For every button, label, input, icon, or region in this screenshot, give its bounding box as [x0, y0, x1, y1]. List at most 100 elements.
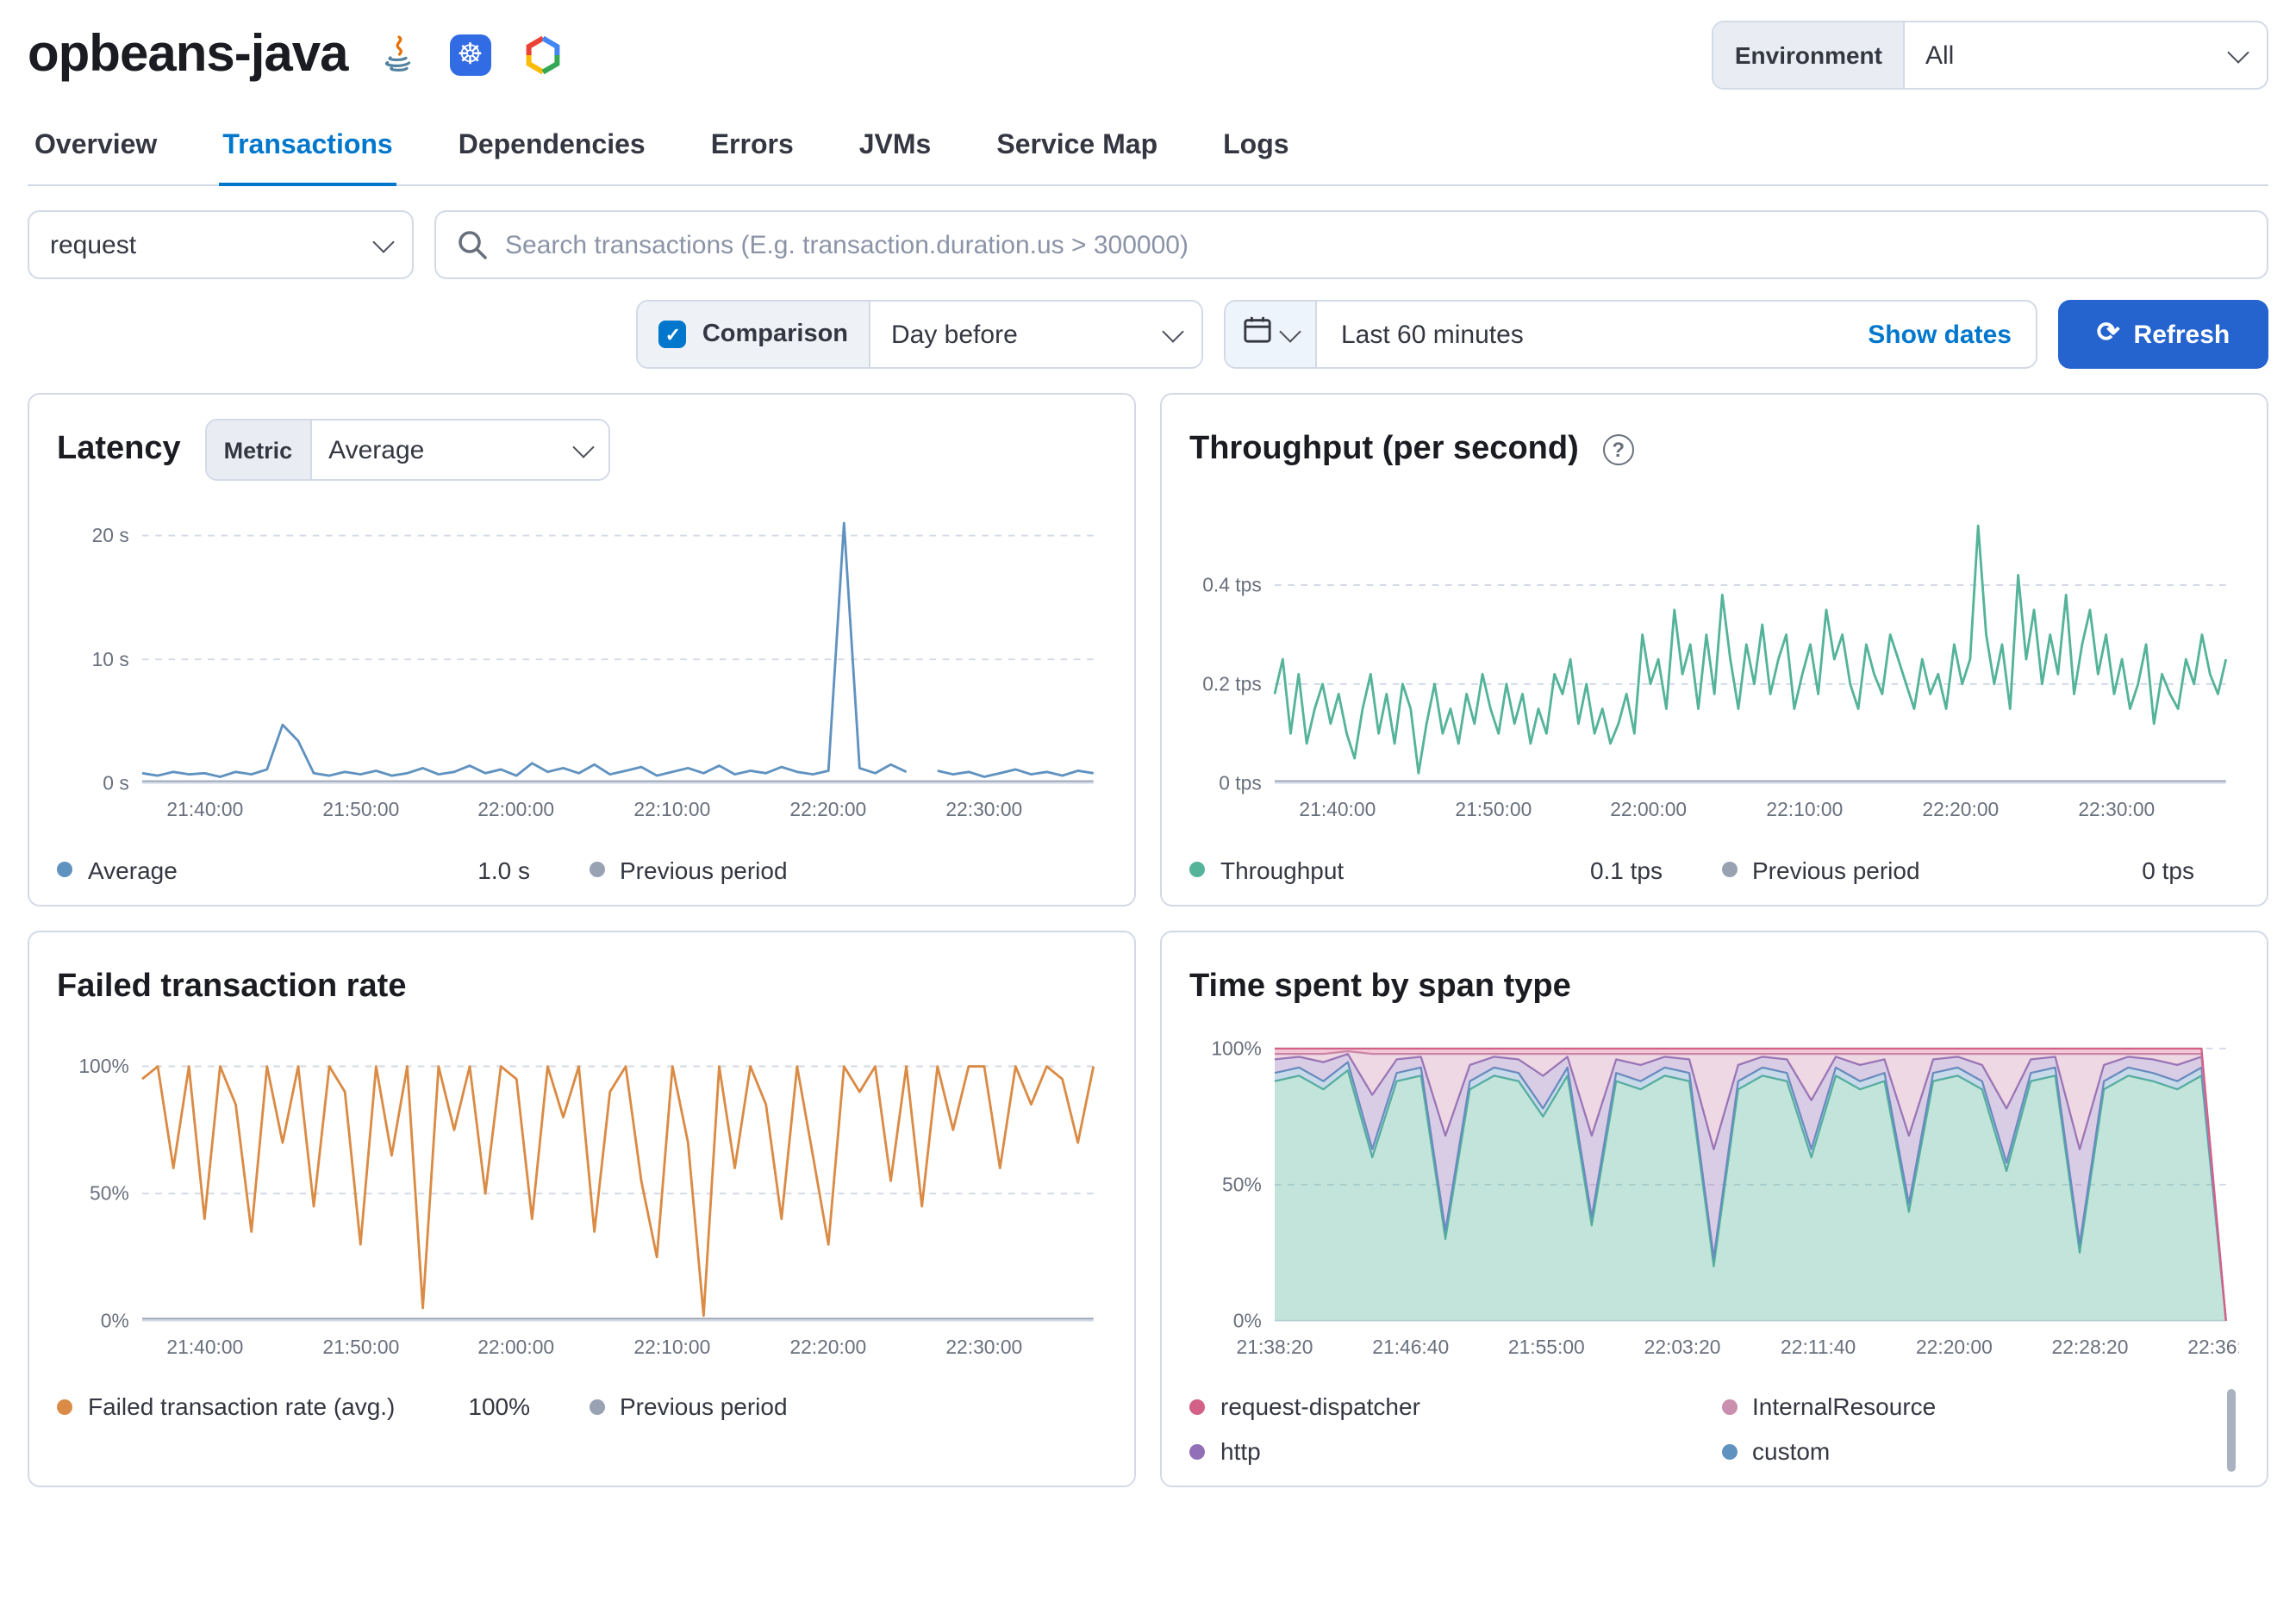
latency-panel-header: Latency Metric Average [57, 419, 1107, 481]
span-type-panel-header: Time spent by span type [1189, 956, 2239, 1018]
span-type-panel: Time spent by span type 0% 50% 100% 21:38:2… [1160, 930, 2268, 1488]
tab-overview[interactable]: Overview [31, 110, 160, 186]
series-dot [1189, 1443, 1205, 1460]
series-dot [1721, 862, 1737, 878]
comparison-checkbox[interactable]: ✓ [658, 321, 687, 348]
time-range-value[interactable]: Last 60 minutes [1317, 302, 1844, 367]
series-dot [1189, 1399, 1205, 1415]
svg-text:22:20:00: 22:20:00 [1916, 1335, 1993, 1357]
comparison-label: Comparison [702, 321, 848, 348]
svg-text:21:40:00: 21:40:00 [166, 1335, 243, 1357]
title-row: opbeans-java ☸ Environment All [28, 21, 2268, 90]
svg-text:20 s: 20 s [92, 524, 129, 546]
legend-item-previous-period[interactable]: Previous period [589, 856, 1079, 883]
series-dot [1721, 1399, 1737, 1415]
tab-bar: Overview Transactions Dependencies Error… [28, 110, 2268, 186]
svg-text:10 s: 10 s [92, 648, 129, 670]
latency-chart[interactable]: 0 s 10 s 20 s 21:40:00 21:50:00 22:00:00 22:10… [57, 491, 1107, 838]
svg-text:22:11:40: 22:11:40 [1781, 1335, 1856, 1357]
help-icon[interactable]: ? [1602, 434, 1634, 465]
svg-text:22:10:00: 22:10:00 [1766, 798, 1843, 820]
series-dot [57, 1399, 72, 1415]
charts-grid: Latency Metric Average 0 s 10 s 20 s 21:40:… [28, 393, 2268, 1488]
transaction-type-select[interactable]: request [28, 210, 414, 279]
span-type-chart[interactable]: 0% 50% 100% 21:38:20 21:46:40 21:55:00 22:03:2… [1189, 1028, 2239, 1375]
svg-text:21:38:20: 21:38:20 [1237, 1335, 1313, 1357]
gcp-icon [520, 33, 565, 78]
failed-rate-title: Failed transaction rate [57, 968, 407, 1005]
legend-item-average[interactable]: Average 1.0 s [57, 856, 547, 883]
svg-text:21:40:00: 21:40:00 [166, 798, 243, 820]
svg-text:0 tps: 0 tps [1219, 771, 1262, 794]
legend-item-previous-period[interactable]: Previous period [589, 1393, 1079, 1421]
svg-text:0%: 0% [101, 1309, 129, 1331]
svg-text:0.4 tps: 0.4 tps [1202, 574, 1262, 596]
throughput-chart[interactable]: 0 tps 0.2 tps 0.4 tps 21:40:00 21:50:00 22:00… [1189, 491, 2239, 838]
latency-panel: Latency Metric Average 0 s 10 s 20 s 21:40:… [28, 393, 1136, 906]
legend-label: Previous period [1752, 856, 1920, 884]
svg-text:22:36:40: 22:36:40 [2187, 1335, 2239, 1357]
chevron-down-icon [1279, 320, 1301, 342]
throughput-panel: Throughput (per second) ? 0 tps 0.2 tps 0.… [1160, 393, 2268, 906]
chevron-down-icon [2227, 40, 2249, 63]
filter-bar: request ✓ Comparison [0, 186, 2296, 369]
legend-scrollbar[interactable] [2227, 1389, 2236, 1473]
legend-item-http[interactable]: http [1189, 1438, 1680, 1466]
tab-transactions[interactable]: Transactions [219, 110, 396, 186]
legend-item-internalresource[interactable]: InternalResource [1721, 1393, 2212, 1421]
svg-text:100%: 100% [78, 1055, 128, 1077]
environment-filter: Environment All [1712, 21, 2268, 90]
svg-text:22:20:00: 22:20:00 [1922, 798, 1999, 820]
tab-dependencies[interactable]: Dependencies [455, 110, 649, 186]
tab-logs[interactable]: Logs [1220, 110, 1292, 186]
legend-label: http [1220, 1437, 1261, 1466]
legend-label: InternalResource [1752, 1392, 1937, 1421]
legend-label: Average [88, 856, 178, 884]
kubernetes-icon: ☸ [447, 33, 492, 78]
time-controls-row: ✓ Comparison Day before Last 60 minutes … [28, 300, 2268, 369]
throughput-title: Throughput (per second) [1189, 431, 1579, 467]
svg-text:21:55:00: 21:55:00 [1508, 1335, 1585, 1357]
legend-item-failed-rate[interactable]: Failed transaction rate (avg.) 100% [57, 1393, 547, 1421]
apm-service-page: opbeans-java ☸ Environment All Overview … [0, 0, 2296, 1601]
svg-text:21:46:40: 21:46:40 [1372, 1335, 1449, 1357]
svg-text:22:30:00: 22:30:00 [945, 798, 1022, 820]
refresh-button[interactable]: ⟳ Refresh [2058, 300, 2268, 369]
svg-text:22:20:00: 22:20:00 [789, 798, 866, 820]
latency-metric-select[interactable]: Average [311, 420, 608, 479]
legend-item-custom[interactable]: custom [1721, 1438, 2212, 1466]
search-row: request [28, 210, 2268, 279]
comparison-prepend: ✓ Comparison [638, 302, 870, 367]
environment-select[interactable]: All [1905, 22, 2267, 88]
failed-rate-panel-header: Failed transaction rate [57, 956, 1107, 1018]
legend-item-throughput[interactable]: Throughput 0.1 tps [1189, 856, 1680, 883]
tab-service-map[interactable]: Service Map [993, 110, 1161, 186]
tab-jvms[interactable]: JVMs [856, 110, 935, 186]
refresh-label: Refresh [2133, 320, 2230, 349]
show-dates-link[interactable]: Show dates [1844, 302, 2036, 367]
tab-errors[interactable]: Errors [708, 110, 797, 186]
legend-item-request-dispatcher[interactable]: request-dispatcher [1189, 1393, 1680, 1421]
svg-text:50%: 50% [1222, 1173, 1262, 1195]
failed-rate-chart[interactable]: 0% 50% 100% 21:40:00 21:50:00 22:00:00 22:10:0… [57, 1028, 1107, 1375]
svg-text:22:30:00: 22:30:00 [945, 1335, 1022, 1357]
svg-text:22:10:00: 22:10:00 [633, 798, 710, 820]
legend-item-previous-period[interactable]: Previous period 0 tps [1721, 856, 2212, 883]
calendar-button[interactable] [1226, 302, 1317, 367]
legend-label: Previous period [620, 1392, 788, 1421]
svg-text:50%: 50% [90, 1181, 129, 1204]
comparison-select[interactable]: Day before [870, 302, 1201, 367]
environment-value: All [1925, 40, 1955, 70]
service-header: opbeans-java ☸ Environment All Overview … [0, 0, 2296, 186]
java-icon [375, 33, 420, 78]
search-input[interactable] [434, 210, 2268, 279]
svg-text:100%: 100% [1211, 1037, 1261, 1059]
page-title: opbeans-java [28, 26, 348, 83]
svg-text:0.2 tps: 0.2 tps [1202, 672, 1262, 695]
throughput-panel-header: Throughput (per second) ? [1189, 419, 2239, 481]
legend-value: 0.1 tps [1589, 856, 1663, 884]
span-type-legend: request-dispatcher InternalResource http… [1189, 1389, 2239, 1473]
chevron-down-icon [571, 435, 594, 458]
legend-value: 100% [468, 1392, 530, 1421]
svg-text:21:40:00: 21:40:00 [1299, 798, 1376, 820]
